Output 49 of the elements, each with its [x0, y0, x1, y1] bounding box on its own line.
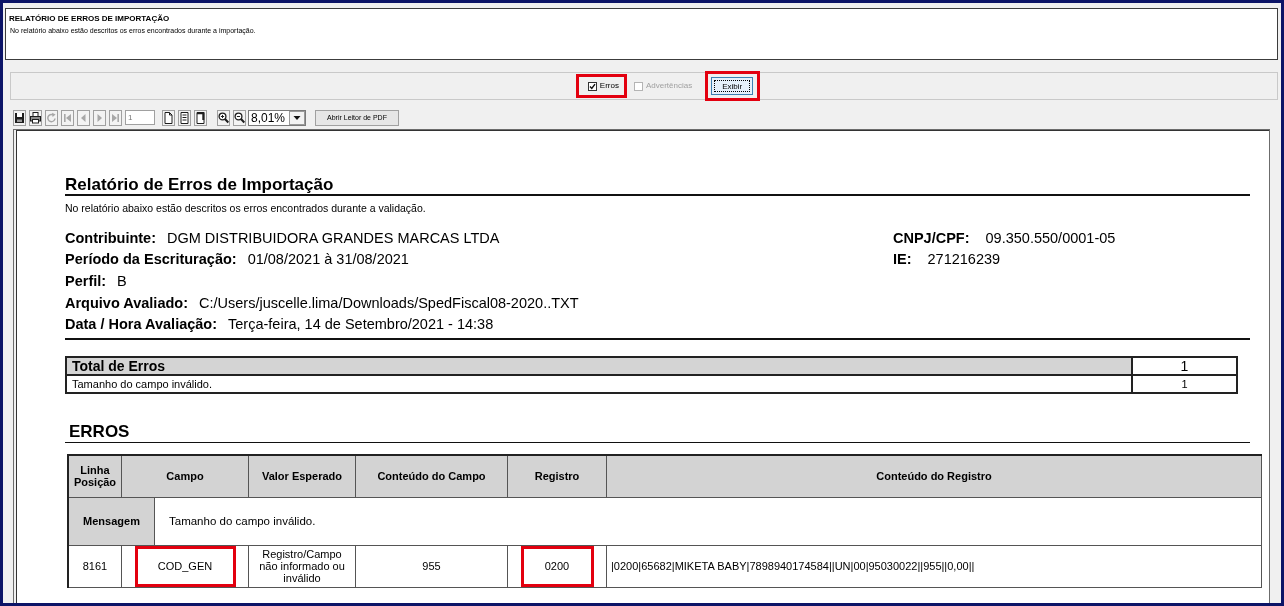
column-header: Conteúdo do Campo — [356, 455, 508, 498]
field-value: Terça-feira, 14 de Setembro/2021 - 14:38 — [228, 316, 494, 333]
field-value: B — [117, 273, 127, 289]
report-description: No relatório abaixo estão descritos os erros encontrados durante a validação. — [65, 202, 427, 215]
checkbox[interactable] — [587, 81, 597, 91]
field-label: Data / Hora Avaliação: — [65, 316, 218, 333]
table-cell: 1 — [1133, 357, 1238, 376]
header-cell: Total de Erros — [67, 357, 1133, 376]
field-label: Arquivo Avaliado: — [65, 294, 188, 311]
field-label: Período da Escrituração: — [65, 251, 237, 268]
section-title: ERROS — [68, 421, 130, 441]
cell-text: COD_GEN — [157, 560, 213, 573]
column-header: Campo — [122, 455, 249, 498]
field-label: Perfil: — [65, 273, 107, 289]
column-header: Linha Posição — [69, 455, 122, 498]
table-cell: 8161 — [69, 545, 122, 588]
table-cell: |0200|65682|MIKETA BABY|7898940174584||UN|00|95030022||955||0,00|| — [607, 545, 1262, 588]
table-cell: 1 — [1133, 375, 1238, 394]
field-value: C:/Users/juscelle.lima/Downloads/SpedFiscal08-2020..TXT — [199, 294, 579, 311]
column-header: Valor Esperado — [249, 455, 356, 498]
show-button[interactable]: Exibir — [711, 77, 754, 95]
column-header: Conteúdo do Registro — [607, 455, 1262, 498]
cell-text: 0200 — [544, 560, 570, 573]
page-number-field[interactable]: 1 — [125, 110, 155, 125]
field-value: 271216239 — [927, 251, 1001, 268]
field-label: CNPJ/CPF: — [893, 229, 970, 246]
table-cell: Registro/Campo não informado ou inválido — [249, 545, 356, 588]
field-label: IE: — [893, 251, 912, 268]
header-title: RELATÓRIO DE ERROS DE IMPORTAÇÃO — [9, 14, 171, 24]
zoom-select[interactable]: 8,01% — [248, 109, 306, 126]
field-value: DGM DISTRIBUIDORA GRANDES MARCAS LTDA — [167, 229, 500, 246]
field-label: Contribuinte: — [65, 229, 156, 246]
zoom-in-icon[interactable] — [217, 109, 230, 126]
table-cell: 955 — [356, 545, 508, 588]
zoom-out-icon[interactable] — [233, 109, 246, 126]
printer-icon[interactable] — [29, 109, 42, 126]
column-header: Registro — [508, 455, 607, 498]
field-value: 01/08/2021 à 31/08/2021 — [247, 251, 409, 268]
report-title: Relatório de Erros de Importação — [65, 175, 334, 194]
page-icon[interactable] — [162, 109, 175, 126]
caret-icon[interactable] — [289, 110, 305, 125]
table-cell: Tamanho do campo inválido. — [155, 497, 1262, 546]
row-header: Mensagem — [69, 497, 155, 546]
floppy-disk-icon[interactable] — [13, 109, 26, 126]
page-lines-icon[interactable] — [178, 109, 191, 126]
checkbox-label[interactable]: Erros — [599, 81, 619, 91]
table-cell: Tamanho do campo inválido. — [67, 375, 1133, 394]
field-value: 09.350.550/0001-05 — [985, 229, 1116, 246]
page-corner-icon[interactable] — [194, 109, 207, 126]
